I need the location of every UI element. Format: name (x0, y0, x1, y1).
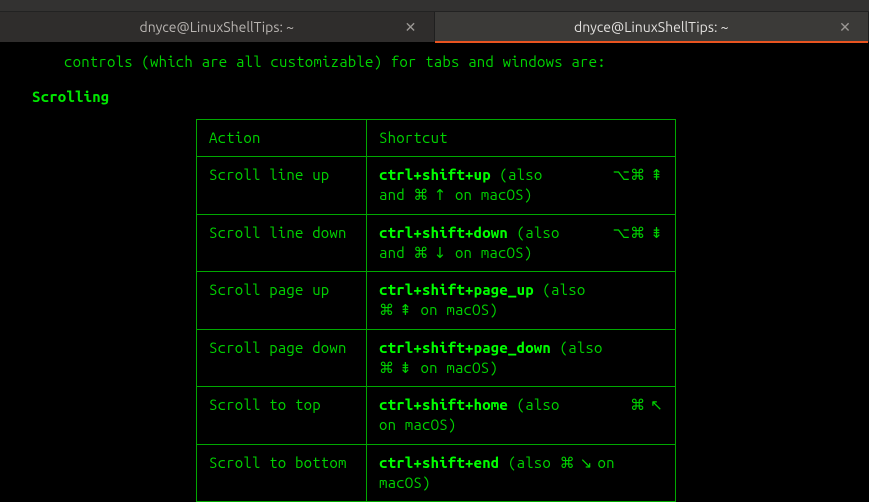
terminal-window: dnyce@LinuxShellTips: ~ ✕ dnyce@LinuxShe… (0, 0, 869, 502)
mac-symbol: ⌘ ↓ (413, 244, 446, 262)
table-row: Scroll line downctrl+shift+down (also ⌥⌘… (197, 214, 676, 272)
table-row: Scroll page downctrl+shift+page_down (al… (197, 329, 676, 387)
mac-symbol: ⌘ ↖ (630, 395, 663, 415)
also-text: (also (499, 454, 559, 471)
also-text: and (379, 186, 413, 203)
shortcut-table: Action Shortcut Scroll line upctrl+shift… (196, 119, 676, 502)
also-text: on (598, 454, 615, 471)
also-text: on macOS) (412, 359, 498, 376)
cell-action: Scroll page down (197, 329, 367, 387)
keyboard-shortcut: ctrl+shift+end (379, 454, 499, 471)
section-heading: Scrolling (32, 87, 853, 107)
also-text: (also (508, 224, 560, 241)
tab-2[interactable]: dnyce@LinuxShellTips: ~ ✕ (435, 12, 869, 42)
tab-title: dnyce@LinuxShellTips: ~ (574, 19, 729, 35)
terminal-viewport[interactable]: controls (which are all customizable) fo… (0, 42, 869, 502)
mac-symbol: ⌘ ⇞ (379, 301, 412, 319)
cell-shortcut: ctrl+shift+page_down (also ⌘ ⇟ on macOS) (367, 329, 676, 387)
mac-symbol: ⌘ ↑ (413, 186, 446, 204)
cell-action: Scroll to bottom (197, 444, 367, 502)
keyboard-shortcut: ctrl+shift+home (379, 396, 508, 413)
also-text: on macOS) (412, 301, 498, 318)
also-text: (also (534, 281, 586, 298)
also-text: on macOS) (446, 244, 532, 261)
cell-action: Scroll to top (197, 387, 367, 445)
tab-bar: dnyce@LinuxShellTips: ~ ✕ dnyce@LinuxShe… (0, 12, 869, 42)
mac-symbol: ⌘ ↘ (560, 454, 598, 472)
keyboard-shortcut: ctrl+shift+page_up (379, 281, 534, 298)
header-shortcut: Shortcut (367, 119, 676, 156)
also-text: and (379, 244, 413, 261)
keyboard-shortcut: ctrl+shift+page_down (379, 339, 551, 356)
table-header-row: Action Shortcut (197, 119, 676, 156)
cell-shortcut: ctrl+shift+page_up (also ⌘ ⇞ on macOS) (367, 272, 676, 330)
intro-text: controls (which are all customizable) fo… (64, 52, 853, 72)
cell-shortcut: ctrl+shift+down (also ⌥⌘ ⇟ and ⌘ ↓ on mac… (367, 214, 676, 272)
mac-symbol: ⌘ ⇟ (379, 359, 412, 377)
table-row: Scroll to top ctrl+shift+home (also ⌘ ↖ on… (197, 387, 676, 445)
also-text: on macOS) (446, 186, 532, 203)
cell-action: Scroll line down (197, 214, 367, 272)
mac-symbol: ⌥⌘ ⇟ (613, 223, 663, 243)
keyboard-shortcut: ctrl+shift+down (379, 224, 508, 241)
keyboard-shortcut: ctrl+shift+up (379, 166, 491, 183)
cell-action: Scroll page up (197, 272, 367, 330)
also-text: on macOS) (379, 416, 456, 433)
close-icon[interactable]: ✕ (402, 18, 420, 36)
table-row: Scroll line up ctrl+shift+up (also ⌥⌘ ⇞ an… (197, 157, 676, 215)
also-text: (also (551, 339, 603, 356)
also-text: macOS) (379, 474, 431, 491)
also-text: (also (508, 396, 560, 413)
tab-title: dnyce@LinuxShellTips: ~ (140, 19, 295, 35)
cell-shortcut: ctrl+shift+up (also ⌥⌘ ⇞ and ⌘ ↑ on macOS… (367, 157, 676, 215)
close-icon[interactable]: ✕ (836, 18, 854, 36)
mac-symbol: ⌥⌘ ⇞ (613, 165, 663, 185)
header-action: Action (197, 119, 367, 156)
cell-shortcut: ctrl+shift+home (also ⌘ ↖ on macOS) (367, 387, 676, 445)
also-text: (also (491, 166, 543, 183)
table-row: Scroll to bottomctrl+shift+end (also ⌘ ↘… (197, 444, 676, 502)
table-row: Scroll page up ctrl+shift+page_up (also ⌘ … (197, 272, 676, 330)
cell-shortcut: ctrl+shift+end (also ⌘ ↘ on macOS) (367, 444, 676, 502)
cell-action: Scroll line up (197, 157, 367, 215)
titlebar (0, 0, 869, 12)
tab-1[interactable]: dnyce@LinuxShellTips: ~ ✕ (0, 12, 435, 42)
